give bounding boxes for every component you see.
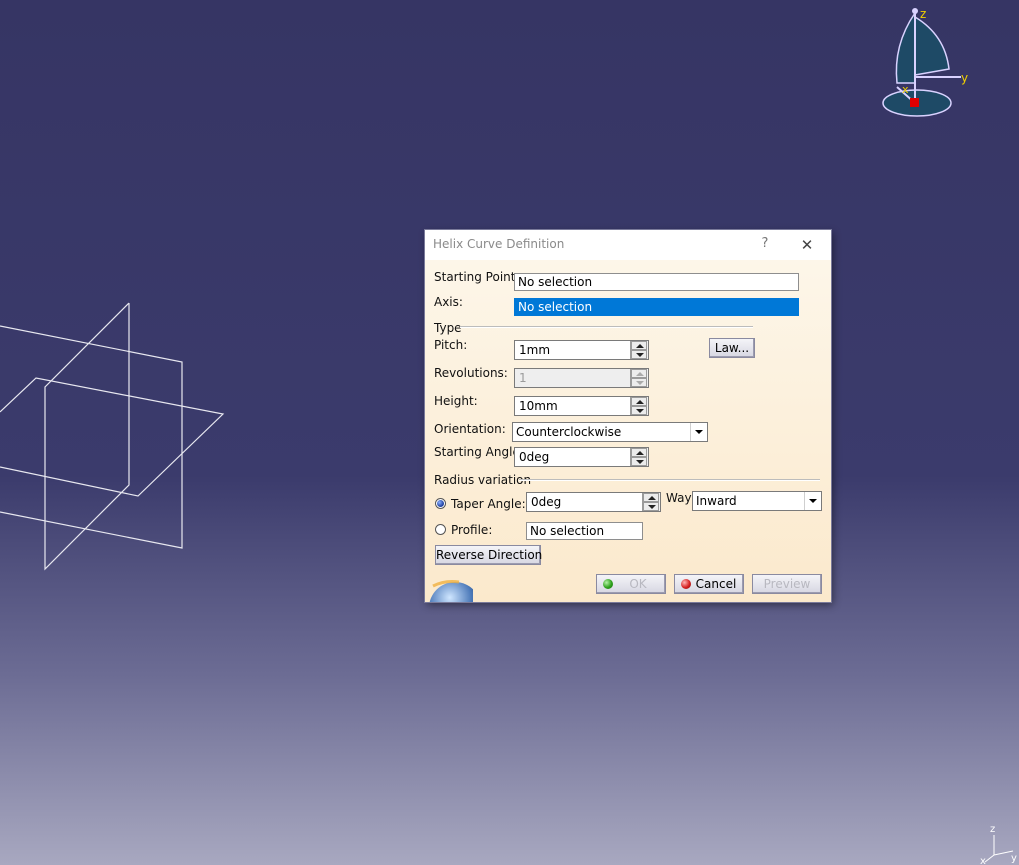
starting-angle-label: Starting Angle: bbox=[434, 445, 524, 459]
compass-y-label: y bbox=[961, 71, 968, 85]
taper-angle-increment[interactable] bbox=[643, 493, 659, 502]
starting-angle-decrement[interactable] bbox=[631, 457, 647, 466]
starting-angle-increment[interactable] bbox=[631, 448, 647, 457]
way-label: Way: bbox=[666, 491, 695, 505]
preview-button[interactable]: Preview bbox=[752, 574, 822, 594]
orientation-chevron-down-icon[interactable] bbox=[690, 423, 707, 441]
ok-button[interactable]: OK bbox=[596, 574, 666, 594]
law-button[interactable]: Law... bbox=[709, 338, 755, 358]
taper-angle-label: Taper Angle: bbox=[451, 497, 526, 511]
orientation-label: Orientation: bbox=[434, 422, 506, 436]
taper-angle-radio[interactable] bbox=[435, 498, 446, 509]
compass-vertical-plane bbox=[895, 10, 916, 84]
compass-z-label: z bbox=[920, 7, 926, 21]
starting-point-label: Starting Point: bbox=[434, 270, 520, 284]
height-decrement[interactable] bbox=[631, 406, 647, 415]
close-button[interactable]: ✕ bbox=[795, 234, 819, 256]
svg-text:z: z bbox=[990, 824, 995, 835]
taper-angle-value: 0deg bbox=[531, 495, 562, 509]
compass-widget[interactable]: z y x bbox=[875, 5, 975, 125]
compass-x-label: x bbox=[902, 83, 909, 96]
height-increment[interactable] bbox=[631, 397, 647, 406]
pitch-decrement[interactable] bbox=[631, 350, 647, 359]
dialog-titlebar[interactable]: Helix Curve Definition ? ✕ bbox=[425, 230, 831, 260]
revolutions-increment bbox=[631, 369, 647, 378]
profile-label: Profile: bbox=[451, 523, 493, 537]
height-spinner[interactable]: 10mm bbox=[514, 396, 649, 416]
compass-origin bbox=[910, 98, 919, 107]
type-separator bbox=[460, 326, 753, 328]
revolutions-spinner: 1 bbox=[514, 368, 649, 388]
globe-logo-icon bbox=[429, 580, 473, 602]
pitch-increment[interactable] bbox=[631, 341, 647, 350]
plane-xy-edge bbox=[0, 325, 183, 549]
way-dropdown[interactable]: Inward bbox=[692, 491, 822, 511]
starting-angle-value: 0deg bbox=[519, 450, 550, 464]
height-label: Height: bbox=[434, 394, 478, 408]
radius-separator bbox=[519, 479, 820, 481]
svg-text:y: y bbox=[1011, 853, 1017, 864]
starting-angle-spinner[interactable]: 0deg bbox=[514, 447, 649, 467]
way-chevron-down-icon[interactable] bbox=[804, 492, 821, 510]
reference-planes-wireframe[interactable] bbox=[0, 295, 260, 595]
ok-label: OK bbox=[629, 577, 647, 591]
axis-triad-icon: z x y bbox=[980, 824, 1017, 865]
help-button[interactable]: ? bbox=[755, 234, 775, 254]
taper-angle-spinner[interactable]: 0deg bbox=[526, 492, 661, 512]
taper-angle-decrement[interactable] bbox=[643, 502, 659, 511]
starting-point-field[interactable]: No selection bbox=[514, 273, 799, 291]
helix-curve-dialog: Helix Curve Definition ? ✕ Starting Poin… bbox=[425, 230, 831, 602]
orientation-value: Counterclockwise bbox=[516, 425, 622, 439]
compass-side-plane bbox=[914, 15, 950, 76]
dialog-body: Starting Point: No selection Axis: No se… bbox=[425, 260, 831, 602]
pitch-spinner[interactable]: 1mm bbox=[514, 340, 649, 360]
revolutions-decrement bbox=[631, 378, 647, 387]
dialog-title: Helix Curve Definition bbox=[433, 237, 565, 251]
axis-label: Axis: bbox=[434, 295, 463, 309]
ok-green-light-icon bbox=[603, 579, 613, 589]
reverse-direction-button[interactable]: Reverse Direction bbox=[435, 545, 542, 565]
cancel-red-light-icon bbox=[681, 579, 691, 589]
svg-text:x: x bbox=[980, 856, 986, 865]
radius-variation-group-label: Radius variation bbox=[434, 473, 532, 487]
profile-radio[interactable] bbox=[435, 524, 446, 535]
way-value: Inward bbox=[696, 494, 737, 508]
plane-zx-edge bbox=[0, 377, 225, 497]
type-group-label: Type bbox=[434, 321, 462, 335]
axis-field[interactable]: No selection bbox=[514, 298, 799, 316]
height-value: 10mm bbox=[519, 399, 558, 413]
orientation-dropdown[interactable]: Counterclockwise bbox=[512, 422, 708, 442]
pitch-label: Pitch: bbox=[434, 338, 468, 352]
profile-field[interactable]: No selection bbox=[526, 522, 643, 540]
cancel-button[interactable]: Cancel bbox=[674, 574, 744, 594]
pitch-value: 1mm bbox=[519, 343, 551, 357]
revolutions-value: 1 bbox=[519, 371, 527, 385]
revolutions-label: Revolutions: bbox=[434, 366, 508, 380]
